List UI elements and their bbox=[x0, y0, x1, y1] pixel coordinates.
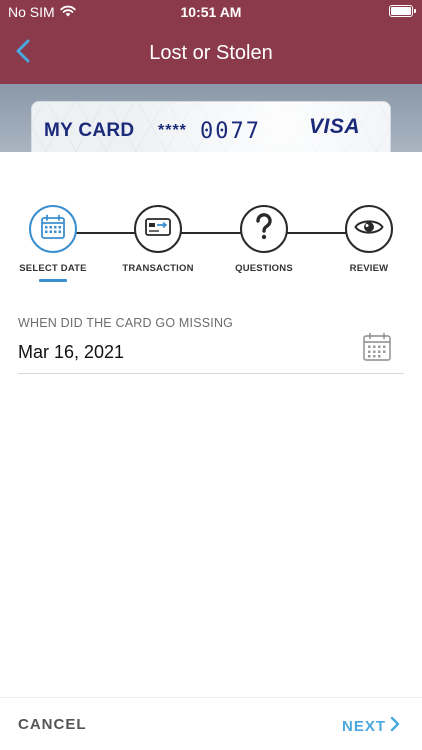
calendar-icon bbox=[362, 332, 392, 366]
step-label: QUESTIONS bbox=[235, 263, 293, 274]
step-label: TRANSACTION bbox=[122, 263, 194, 274]
date-picker-button[interactable] bbox=[362, 332, 392, 362]
eye-icon bbox=[354, 217, 384, 242]
nav-bar: Lost or Stolen bbox=[0, 24, 422, 84]
step-questions[interactable]: QUESTIONS bbox=[214, 205, 314, 274]
cancel-button[interactable]: CANCEL bbox=[18, 716, 87, 733]
progress-stepper: SELECT DATE TRANSACTION QUESTIONS REVIEW bbox=[0, 205, 422, 285]
card-name: MY CARD bbox=[44, 120, 135, 141]
step-label: REVIEW bbox=[349, 263, 389, 274]
battery-icon bbox=[389, 5, 416, 17]
status-time: 10:51 AM bbox=[180, 4, 242, 20]
next-button-label: NEXT bbox=[341, 717, 386, 735]
status-bar: No SIM 10:51 AM bbox=[0, 0, 422, 24]
card-image: MY CARD **** 0077 VISA bbox=[31, 101, 391, 152]
calendar-icon bbox=[40, 214, 66, 245]
step-select-date[interactable]: SELECT DATE bbox=[3, 205, 103, 282]
question-mark-icon bbox=[253, 212, 275, 246]
step-circle bbox=[29, 205, 77, 253]
step-transaction[interactable]: TRANSACTION bbox=[108, 205, 208, 274]
page-title: Lost or Stolen bbox=[149, 42, 273, 64]
active-step-indicator bbox=[39, 279, 67, 282]
card-last-digits: 0077 bbox=[200, 119, 261, 144]
card-brand-logo: VISA bbox=[308, 115, 360, 138]
bottom-action-bar: CANCEL NEXT bbox=[0, 697, 422, 750]
step-circle bbox=[240, 205, 288, 253]
step-circle bbox=[134, 205, 182, 253]
chevron-right-icon bbox=[390, 716, 400, 736]
step-label: SELECT DATE bbox=[19, 263, 87, 274]
missing-date-label: WHEN DID THE CARD GO MISSING bbox=[18, 316, 234, 330]
credit-card-icon bbox=[145, 217, 171, 242]
missing-date-value[interactable]: Mar 16, 2021 bbox=[18, 342, 124, 363]
missing-date-field[interactable]: WHEN DID THE CARD GO MISSING Mar 16, 202… bbox=[18, 316, 404, 374]
next-button[interactable]: NEXT bbox=[342, 716, 400, 736]
card-number-mask: **** bbox=[158, 122, 187, 139]
step-review[interactable]: REVIEW bbox=[319, 205, 419, 274]
step-circle bbox=[345, 205, 393, 253]
card-banner: MY CARD **** 0077 VISA bbox=[0, 84, 422, 152]
